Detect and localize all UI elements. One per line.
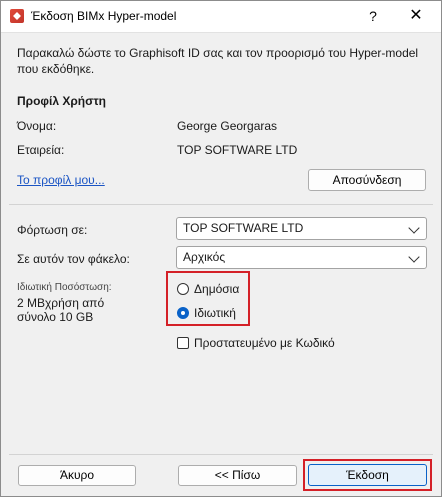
divider-top: [9, 204, 433, 205]
password-label[interactable]: Προστατευμένο με Κωδικό: [194, 336, 335, 350]
window-title: Έκδοση BIMx Hyper-model: [31, 9, 177, 23]
upload-to-label: Φόρτωση σε:: [17, 223, 88, 237]
cancel-button[interactable]: Άκυρο: [18, 465, 136, 486]
public-radio[interactable]: [177, 283, 189, 295]
publish-dialog: Έκδοση BIMx Hyper-model ? ✕ Παρακαλώ δώσ…: [0, 0, 442, 497]
intro-text: Παρακαλώ δώστε το Graphisoft ID σας και …: [17, 46, 419, 76]
name-value: George Georgaras: [177, 119, 278, 133]
company-value: TOP SOFTWARE LTD: [177, 143, 298, 157]
name-label: Όνομα:: [17, 119, 57, 133]
logout-button[interactable]: Αποσύνδεση: [308, 169, 426, 191]
folder-value: Αρχικός: [183, 250, 226, 264]
folder-label: Σε αυτόν τον φάκελο:: [17, 252, 130, 266]
profile-section-title: Προφίλ Χρήστη: [17, 94, 106, 108]
public-label[interactable]: Δημόσια: [194, 282, 239, 296]
publish-button[interactable]: Έκδοση: [308, 464, 427, 486]
private-radio[interactable]: [177, 307, 189, 319]
folder-select[interactable]: Αρχικός: [176, 246, 427, 269]
back-button[interactable]: << Πίσω: [178, 465, 297, 486]
private-label[interactable]: Ιδιωτική: [194, 306, 236, 320]
my-profile-link[interactable]: Το προφίλ μου...: [17, 173, 105, 187]
divider-bottom: [9, 454, 433, 455]
quota-label: Ιδιωτική Ποσόστωση:: [17, 282, 112, 293]
upload-to-select[interactable]: TOP SOFTWARE LTD: [176, 217, 427, 240]
quota-value: 2 MBχρήση από σύνολο 10 GB: [17, 296, 105, 324]
bimx-app-icon: [10, 9, 24, 23]
chevron-down-icon: [408, 251, 420, 263]
close-icon[interactable]: ✕: [405, 6, 427, 26]
chevron-down-icon: [408, 222, 420, 234]
upload-to-value: TOP SOFTWARE LTD: [183, 221, 304, 235]
password-checkbox[interactable]: [177, 337, 189, 349]
help-button[interactable]: ?: [363, 7, 383, 25]
title-bar: Έκδοση BIMx Hyper-model ? ✕: [1, 1, 441, 33]
company-label: Εταιρεία:: [17, 143, 65, 157]
